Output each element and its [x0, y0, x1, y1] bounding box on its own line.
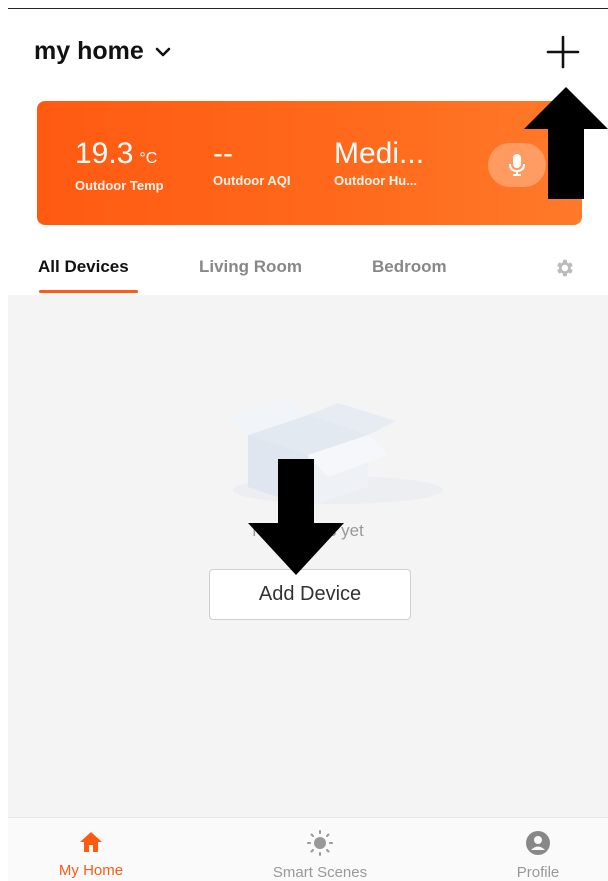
nav-smart-scenes[interactable]: Smart Scenes	[260, 830, 380, 881]
up-arrow-annotation	[524, 87, 608, 199]
aqi-label: Outdoor AQI	[213, 173, 291, 188]
gear-icon[interactable]	[553, 257, 575, 279]
humidity-label: Outdoor Hu...	[334, 173, 418, 188]
home-selector[interactable]: my home	[34, 37, 172, 66]
sun-icon	[307, 830, 333, 856]
header: my home	[8, 9, 608, 99]
weather-card[interactable]: 19.3 °C Outdoor Temp -- Outdoor AQI Medi.…	[37, 101, 582, 225]
humidity-value: Medi...	[334, 137, 425, 170]
person-icon	[526, 831, 550, 855]
nav-profile[interactable]: Profile	[478, 830, 598, 881]
app-screen: my home 19.3 °C Outdoor Temp -- Outdoor A…	[8, 8, 608, 881]
outdoor-temp: 19.3 °C Outdoor Temp	[75, 137, 164, 193]
chevron-down-icon	[155, 47, 171, 56]
outdoor-aqi: -- Outdoor AQI	[213, 137, 291, 188]
nav-label: Profile	[516, 864, 560, 881]
active-tab-indicator	[39, 290, 138, 293]
temp-label: Outdoor Temp	[75, 178, 164, 193]
nav-label: Smart Scenes	[272, 864, 368, 881]
bottom-nav: My Home Smart Scenes Profile	[8, 817, 608, 881]
tab-living-room[interactable]: Living Room	[199, 257, 302, 277]
nav-label: My Home	[58, 862, 124, 879]
temp-unit: °C	[139, 150, 158, 167]
plus-icon[interactable]	[544, 33, 582, 71]
nav-my-home[interactable]: My Home	[31, 830, 151, 879]
aqi-value: --	[213, 137, 233, 170]
tab-bedroom[interactable]: Bedroom	[372, 257, 447, 277]
house-icon	[80, 832, 102, 852]
temp-value: 19.3	[75, 137, 134, 170]
outdoor-humidity: Medi... Outdoor Hu...	[334, 137, 424, 188]
room-tabs: All Devices Living Room Bedroom	[8, 249, 608, 295]
home-name: my home	[34, 37, 144, 65]
tab-all-devices[interactable]: All Devices	[38, 257, 129, 277]
down-arrow-annotation	[248, 459, 344, 575]
